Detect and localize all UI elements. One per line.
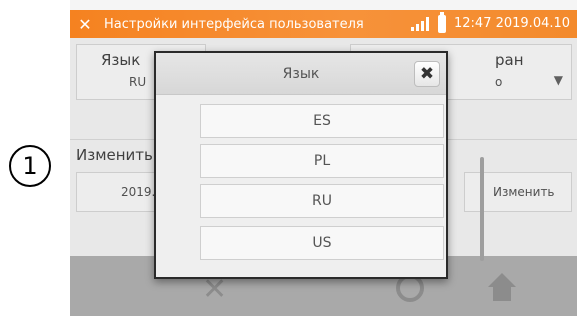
dialog-header: Язык [156,53,446,95]
home-icon[interactable] [485,270,519,304]
status-datetime: 12:47 2019.04.10 [454,16,571,31]
close-icon[interactable]: ✖ [414,61,440,87]
status-title: Настройки интерфейса пользователя [104,16,364,32]
device-screen: ✕ Настройки интерфейса пользователя 12:4… [70,0,577,316]
language-option-pl[interactable]: PL [200,144,444,178]
language-dialog: Язык ✖ ES PL RU US [154,51,484,279]
language-option-ru[interactable]: RU [200,184,444,218]
status-bar: ✕ Настройки интерфейса пользователя 12:4… [70,10,577,38]
signal-strength-icon [411,17,429,31]
step-marker: 1 [9,145,51,187]
language-option-us[interactable]: US [200,226,444,260]
dialog-title: Язык [282,65,320,82]
scrollbar[interactable] [480,157,484,261]
battery-icon [438,12,446,33]
language-option-es[interactable]: ES [200,104,444,138]
wrench-screwdriver-icon: ✕ [78,14,92,34]
